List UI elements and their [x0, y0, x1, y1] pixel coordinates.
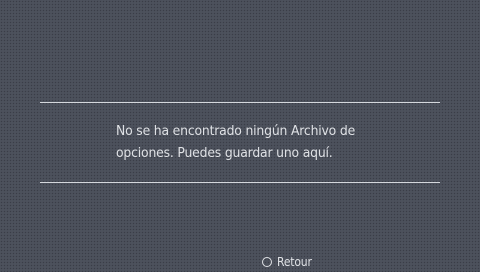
back-button-label: Retour [277, 255, 312, 269]
message-line-2: opciones. Puedes guardar uno aquí. [116, 145, 333, 161]
message-line-1: No se ha encontrado ningún Archivo de [116, 123, 356, 139]
dialog-message: No se ha encontrado ningún Archivo de op… [116, 120, 392, 164]
bottom-divider [40, 182, 440, 183]
circle-button-icon [262, 257, 272, 267]
back-button[interactable]: Retour [262, 254, 316, 270]
top-divider [40, 102, 440, 103]
